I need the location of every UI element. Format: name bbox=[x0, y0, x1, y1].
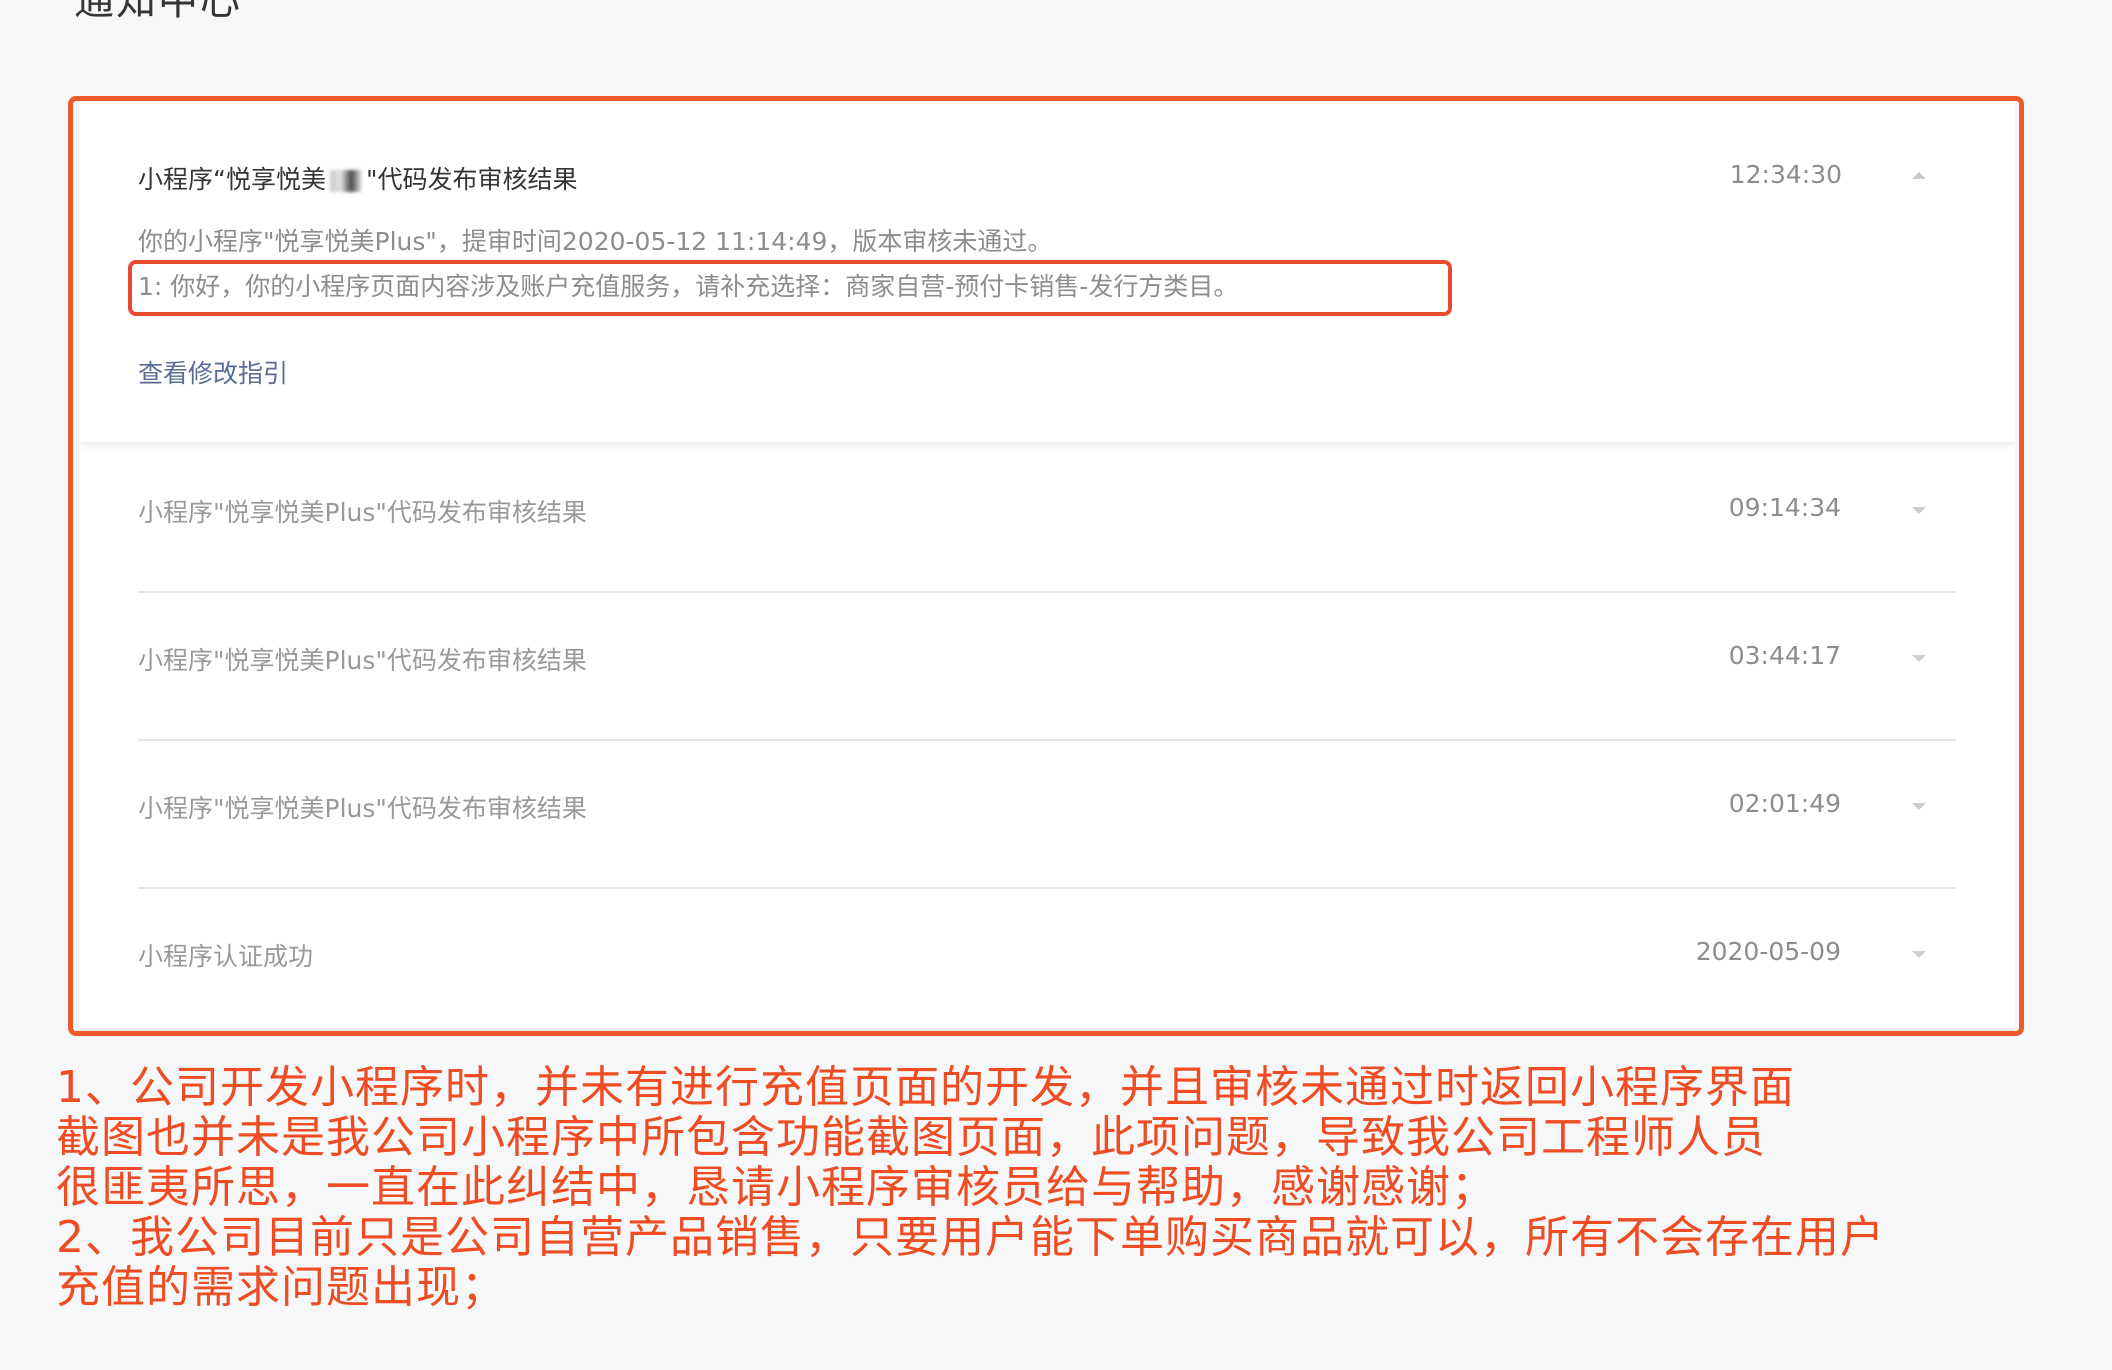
annotation-line: 截图也并未是我公司小程序中所包含功能截图页面，此项问题，导致我公司工程师人员 bbox=[56, 1112, 1766, 1163]
annotation-line: 很匪夷所思，一直在此纠结中，恳请小程序审核员给与帮助，感谢感谢； bbox=[56, 1162, 1496, 1213]
annotation-frame bbox=[68, 96, 2024, 1036]
annotation-line: 2、我公司目前只是公司自营产品销售，只要用户能下单购买商品就可以，所有不会存在用… bbox=[56, 1212, 1885, 1263]
annotation-line: 1、公司开发小程序时，并未有进行充值页面的开发，并且审核未通过时返回小程序界面 bbox=[56, 1062, 1795, 1113]
annotation-line: 充值的需求问题出现； bbox=[56, 1262, 506, 1313]
annotation-text: 1、公司开发小程序时，并未有进行充值页面的开发，并且审核未通过时返回小程序界面 … bbox=[56, 1063, 2066, 1313]
page-title: 通知中心 bbox=[74, 0, 242, 24]
